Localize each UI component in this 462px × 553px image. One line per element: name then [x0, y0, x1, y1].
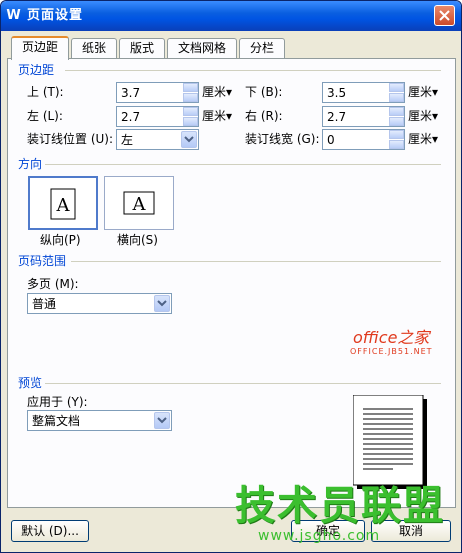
default-button[interactable]: 默认 (D)...: [11, 520, 89, 542]
chevron-down-icon[interactable]: [154, 412, 170, 429]
section-preview-heading: 预览: [18, 376, 43, 390]
bottom-margin-spinner[interactable]: 3.5: [322, 82, 405, 103]
top-margin-unit-dropdown[interactable]: 厘米▾: [202, 85, 232, 99]
spin-down-icon[interactable]: [389, 140, 404, 149]
gutter-width-value: 0: [327, 133, 335, 147]
section-divider: [45, 164, 441, 165]
section-divider: [71, 261, 441, 262]
brand-watermark: 技术员联盟: [235, 483, 445, 529]
spin-down-icon[interactable]: [183, 93, 198, 102]
portrait-glyph: A: [56, 195, 71, 216]
tab-columns[interactable]: 分栏: [239, 38, 285, 58]
spin-up-icon[interactable]: [389, 107, 404, 116]
multiple-pages-select[interactable]: 普通: [27, 293, 172, 314]
left-margin-spinner[interactable]: 2.7: [116, 106, 199, 127]
right-margin-unit-dropdown[interactable]: 厘米▾: [408, 109, 438, 123]
right-margin-value: 2.7: [327, 110, 347, 124]
section-margins-heading: 页边距: [18, 63, 55, 77]
tab-document-grid[interactable]: 文档网格: [167, 38, 237, 58]
spin-up-icon[interactable]: [183, 83, 198, 92]
multiple-pages-value: 普通: [32, 297, 57, 311]
left-margin-label: 左 (L):: [27, 109, 63, 123]
tab-paper[interactable]: 纸张: [71, 38, 117, 58]
landscape-label: 横向(S): [117, 233, 158, 247]
top-margin-label: 上 (T):: [27, 85, 64, 99]
gutter-width-label: 装订线宽 (G):: [245, 132, 320, 146]
spin-down-icon[interactable]: [389, 117, 404, 126]
apply-to-label: 应用于 (Y):: [27, 395, 88, 409]
landscape-glyph: A: [132, 194, 147, 215]
gutter-position-label: 装订线位置 (U):: [27, 132, 114, 146]
close-button[interactable]: [434, 5, 455, 26]
bottom-margin-label: 下 (B):: [245, 85, 283, 99]
right-margin-label: 右 (R):: [245, 109, 283, 123]
office-home-url-watermark: OFFICE.JB51.NET: [350, 347, 433, 356]
spin-up-icon[interactable]: [389, 83, 404, 92]
gutter-width-unit-dropdown[interactable]: 厘米▾: [408, 132, 438, 146]
wps-writer-icon: W: [6, 8, 21, 23]
apply-to-select[interactable]: 整篇文档: [27, 410, 172, 431]
tab-margins[interactable]: 页边距: [11, 36, 69, 60]
landscape-option[interactable]: A: [104, 176, 174, 230]
bottom-margin-unit-dropdown[interactable]: 厘米▾: [408, 85, 438, 99]
spin-up-icon[interactable]: [183, 107, 198, 116]
portrait-page-icon: A: [50, 188, 76, 220]
page-preview: [352, 394, 429, 491]
spin-down-icon[interactable]: [183, 117, 198, 126]
section-divider: [45, 383, 441, 384]
section-orientation-heading: 方向: [18, 157, 43, 171]
section-page-range-heading: 页码范围: [18, 254, 67, 268]
close-icon: [439, 10, 450, 21]
chevron-down-icon[interactable]: [181, 131, 197, 148]
chevron-down-icon[interactable]: [154, 295, 170, 312]
gutter-width-spinner[interactable]: 0: [322, 129, 405, 150]
bottom-margin-value: 3.5: [327, 86, 347, 100]
dialog-title: 页面设置: [27, 8, 84, 23]
brand-url-watermark: www.jsgho.com: [258, 528, 381, 544]
gutter-position-value: 左: [121, 133, 134, 147]
spin-up-icon[interactable]: [389, 130, 404, 139]
portrait-option[interactable]: A: [28, 176, 98, 230]
left-margin-value: 2.7: [121, 110, 141, 124]
portrait-label: 纵向(P): [40, 233, 81, 247]
tab-layout[interactable]: 版式: [119, 38, 165, 58]
title-bar[interactable]: W 页面设置: [1, 1, 461, 31]
left-margin-unit-dropdown[interactable]: 厘米▾: [202, 109, 232, 123]
right-margin-spinner[interactable]: 2.7: [322, 106, 405, 127]
section-divider: [65, 70, 441, 71]
spin-down-icon[interactable]: [389, 93, 404, 102]
landscape-page-icon: A: [123, 191, 155, 215]
top-margin-value: 3.7: [121, 86, 141, 100]
multiple-pages-label: 多页 (M):: [27, 277, 79, 291]
top-margin-spinner[interactable]: 3.7: [116, 82, 199, 103]
office-home-watermark: office之家: [353, 328, 430, 347]
page-setup-dialog: W 页面设置 页边距 纸张 版式 文档网格 分栏 页边距 上 (T): 3.7 …: [0, 0, 462, 553]
gutter-position-select[interactable]: 左: [116, 129, 199, 150]
apply-to-value: 整篇文档: [32, 414, 81, 428]
